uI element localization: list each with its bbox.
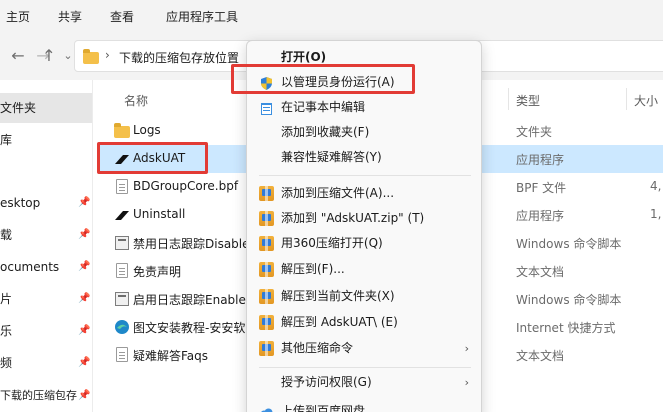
column-divider[interactable]: [508, 88, 509, 110]
cloud-icon: [259, 404, 274, 412]
up-arrow-icon[interactable]: ↑: [39, 46, 59, 66]
column-header-type[interactable]: 类型: [516, 92, 540, 109]
pin-icon: 📌: [78, 357, 91, 368]
breadcrumb-chevron-icon[interactable]: ›: [105, 48, 110, 62]
tab-view[interactable]: 查看: [110, 8, 134, 25]
chevron-right-icon: ›: [464, 376, 469, 389]
document-icon: [116, 263, 128, 278]
nav-item-music[interactable]: 乐 📌: [0, 316, 92, 346]
document-icon: [116, 179, 128, 194]
menu-item-grant-access[interactable]: 授予访问权限(G) ›: [255, 370, 475, 395]
context-menu: 打开(O) 以管理员身份运行(A) 在记事本中编辑 添加到收藏夹(F) 兼容性疑…: [246, 40, 482, 412]
column-divider[interactable]: [626, 88, 627, 110]
zip-icon: [259, 289, 274, 304]
uac-shield-icon: [259, 75, 274, 90]
nav-item-library[interactable]: 库: [0, 125, 92, 155]
pin-icon: 📌: [78, 229, 91, 240]
pin-icon: 📌: [78, 390, 91, 401]
pin-icon: 📌: [78, 293, 91, 304]
nav-item-desktop[interactable]: esktop 📌: [0, 188, 92, 218]
menu-item-extract-to[interactable]: 解压到(F)...: [255, 257, 475, 282]
nav-item-downloads[interactable]: 载 📌: [0, 220, 92, 250]
nav-item-pictures[interactable]: 片 📌: [0, 284, 92, 314]
nav-item-folders[interactable]: 文件夹: [0, 93, 92, 123]
zip-icon: [259, 315, 274, 330]
nav-item-download-folder[interactable]: 下载的压缩包存 📌: [0, 381, 92, 411]
folder-icon: [114, 123, 130, 138]
zip-icon: [259, 236, 274, 251]
tab-app-tools[interactable]: 应用程序工具: [166, 8, 238, 25]
menu-item-more-compress[interactable]: 其他压缩命令 ›: [255, 336, 475, 361]
pane-divider[interactable]: [92, 80, 93, 412]
pin-icon: 📌: [78, 197, 91, 208]
navigation-pane: 文件夹 库 esktop 📌 载 📌 ocuments 📌 片 📌 乐 📌 频 📌 下载的压…: [0, 80, 92, 412]
menu-item-add-to-zip[interactable]: 添加到 "AdskUAT.zip" (T): [255, 206, 475, 231]
pin-icon: 📌: [78, 325, 91, 336]
notepad-icon: [259, 100, 274, 115]
zip-icon: [259, 341, 274, 356]
document-icon: [116, 347, 128, 362]
ribbon-tabs: 主页 共享 查看 应用程序工具: [0, 0, 663, 32]
nav-item-documents[interactable]: ocuments 📌: [0, 252, 92, 282]
zip-icon: [259, 186, 274, 201]
menu-item-open[interactable]: 打开(O): [255, 45, 475, 70]
autodesk-app-icon: [114, 207, 130, 223]
menu-item-extract-here[interactable]: 解压到当前文件夹(X): [255, 284, 475, 309]
back-arrow-icon[interactable]: ←: [8, 46, 28, 66]
zip-icon: [259, 262, 274, 277]
column-header-name[interactable]: 名称: [124, 92, 148, 109]
chevron-right-icon: ›: [464, 342, 469, 355]
zip-icon: [259, 211, 274, 226]
menu-item-add-to-archive[interactable]: 添加到压缩文件(A)...: [255, 181, 475, 206]
menu-separator: [259, 175, 471, 176]
cmd-script-icon: [115, 292, 129, 306]
column-header-size[interactable]: 大小: [634, 92, 658, 109]
folder-icon: [83, 49, 99, 64]
cmd-script-icon: [115, 236, 129, 250]
menu-item-open-with-360[interactable]: 用360压缩打开(Q): [255, 231, 475, 256]
menu-item-upload-baidu[interactable]: 上传到百度网盘: [255, 399, 475, 412]
pin-icon: 📌: [78, 261, 91, 272]
breadcrumb-current[interactable]: 下载的压缩包存放位置: [119, 49, 239, 66]
autodesk-app-icon: [114, 151, 130, 167]
nav-item-videos[interactable]: 频 📌: [0, 348, 92, 378]
menu-item-extract-to-folder[interactable]: 解压到 AdskUAT\ (E): [255, 310, 475, 335]
menu-item-compat-troubleshoot[interactable]: 兼容性疑难解答(Y): [255, 145, 475, 170]
tab-share[interactable]: 共享: [58, 8, 82, 25]
menu-item-run-as-admin[interactable]: 以管理员身份运行(A): [255, 70, 475, 95]
menu-item-edit-notepad[interactable]: 在记事本中编辑: [255, 95, 475, 120]
edge-icon: [114, 319, 130, 335]
menu-item-add-favorites[interactable]: 添加到收藏夹(F): [255, 120, 475, 145]
tab-home[interactable]: 主页: [6, 8, 30, 25]
menu-separator: [259, 367, 471, 368]
